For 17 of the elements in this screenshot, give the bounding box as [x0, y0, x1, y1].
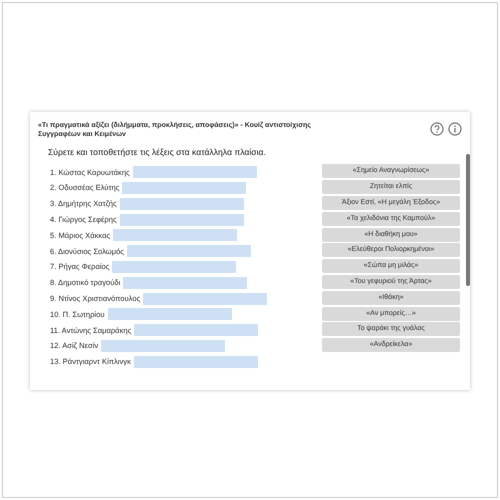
instruction-text: Σύρετε και τοποθετήστε τις λέξεις στα κατάλληλα πλαίσια. — [48, 146, 267, 158]
drop-zone[interactable] — [123, 276, 248, 289]
drop-zone[interactable] — [113, 229, 238, 242]
drop-zone[interactable] — [134, 324, 258, 336]
scrollbar[interactable] — [466, 154, 470, 286]
drop-zone[interactable] — [120, 214, 244, 226]
drop-zone[interactable] — [126, 245, 251, 258]
drop-zone[interactable] — [101, 340, 226, 352]
drop-zone[interactable] — [108, 308, 232, 320]
drop-zone[interactable] — [120, 198, 244, 210]
help-icon[interactable] — [430, 122, 444, 136]
drop-zone[interactable] — [143, 292, 268, 305]
info-icon[interactable] — [448, 122, 462, 136]
drop-zone[interactable] — [134, 356, 258, 368]
drop-zone[interactable] — [122, 182, 246, 194]
drop-zone[interactable] — [112, 261, 236, 274]
drop-zone[interactable] — [132, 166, 257, 178]
